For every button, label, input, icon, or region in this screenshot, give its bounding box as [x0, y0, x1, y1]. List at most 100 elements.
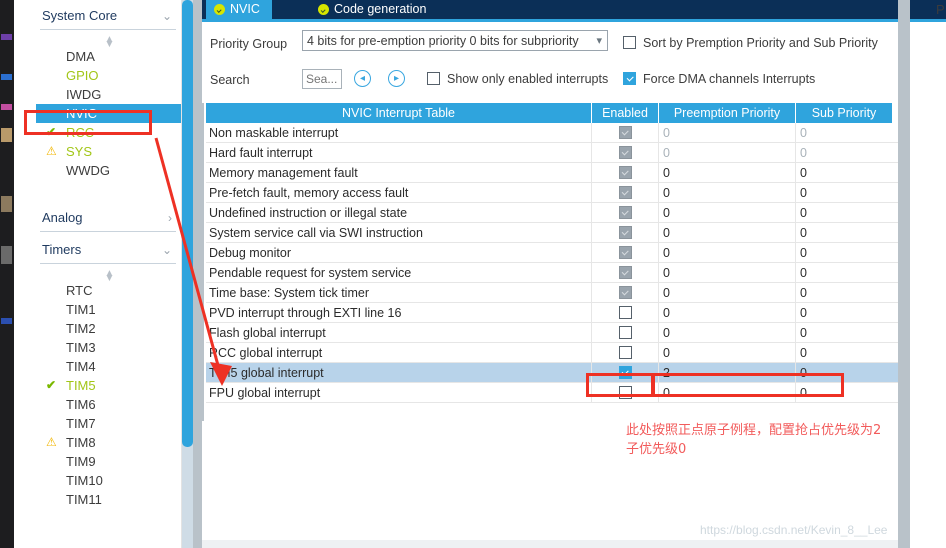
preemption-priority-cell[interactable]: 0	[659, 163, 796, 182]
check-icon: ✔	[46, 378, 57, 392]
sub-priority-cell[interactable]: 0	[796, 183, 892, 202]
sidebar-item-tim7[interactable]: TIM7	[36, 414, 181, 433]
tab-code-generation[interactable]: Code generation	[310, 0, 439, 19]
sidebar-group-timers[interactable]: Timers ⌄	[36, 234, 181, 263]
enabled-cell[interactable]	[592, 343, 659, 362]
sub-priority-cell[interactable]: 0	[796, 263, 892, 282]
preemption-priority-cell[interactable]: 0	[659, 143, 796, 162]
tab-nvic[interactable]: NVIC	[206, 0, 272, 19]
sub-priority-cell[interactable]: 0	[796, 203, 892, 222]
sidebar-item-tim5[interactable]: ✔ TIM5	[36, 376, 181, 395]
table-row[interactable]: PVD interrupt through EXTI line 16 0 0	[206, 303, 900, 323]
preemption-priority-cell[interactable]: 0	[659, 323, 796, 342]
sidebar-item-tim6[interactable]: TIM6	[36, 395, 181, 414]
enabled-checkbox	[618, 266, 632, 279]
preemption-priority-cell[interactable]: 0	[659, 203, 796, 222]
table-row[interactable]: Time base: System tick timer 0 0	[206, 283, 900, 303]
table-row[interactable]: Non maskable interrupt 0 0	[206, 123, 900, 143]
enabled-checkbox[interactable]	[618, 326, 632, 339]
table-row[interactable]: Memory management fault 0 0	[206, 163, 900, 183]
sidebar-group-system-core[interactable]: System Core ⌄	[36, 0, 181, 29]
table-header-preemption-priority[interactable]: Preemption Priority	[659, 103, 796, 123]
enabled-checkbox	[618, 246, 632, 259]
enabled-cell[interactable]	[592, 263, 659, 282]
sidebar-item-iwdg[interactable]: IWDG	[36, 85, 181, 104]
preemption-priority-cell[interactable]: 0	[659, 283, 796, 302]
nvic-toolbar: Priority Group 4 bits for pre-emption pr…	[202, 22, 946, 103]
enabled-cell[interactable]	[592, 303, 659, 322]
sidebar-group-analog[interactable]: Analog ›	[36, 202, 181, 231]
search-prev-button[interactable]: ◂	[354, 70, 371, 87]
enabled-cell[interactable]	[592, 123, 659, 142]
preemption-priority-cell[interactable]: 0	[659, 303, 796, 322]
table-row[interactable]: System service call via SWI instruction 0…	[206, 223, 900, 243]
sidebar-scrollbar-thumb[interactable]	[182, 0, 193, 447]
force-dma-checkbox[interactable]	[623, 72, 636, 85]
sidebar-scroll-arrows[interactable]: ▲ ▼	[36, 32, 181, 50]
enabled-cell[interactable]	[592, 223, 659, 242]
enabled-cell[interactable]	[592, 323, 659, 342]
priority-group-dropdown[interactable]: 4 bits for pre-emption priority 0 bits f…	[302, 30, 608, 51]
table-body[interactable]: Non maskable interrupt 0 0 Hard fault inter…	[206, 123, 900, 403]
enabled-cell[interactable]	[592, 163, 659, 182]
enabled-cell[interactable]	[592, 283, 659, 302]
enabled-checkbox[interactable]	[618, 346, 632, 359]
table-row[interactable]: Pendable request for system service 0 0	[206, 263, 900, 283]
sidebar-item-tim1[interactable]: TIM1	[36, 300, 181, 319]
sidebar-item-tim9[interactable]: TIM9	[36, 452, 181, 471]
preemption-priority-cell[interactable]: 0	[659, 343, 796, 362]
sidebar-item-gpio[interactable]: GPIO	[36, 66, 181, 85]
show-only-enabled-checkbox[interactable]	[427, 72, 440, 85]
main-horizontal-scrollbar[interactable]	[202, 540, 898, 548]
sidebar-item-tim8[interactable]: ⚠ TIM8	[36, 433, 181, 452]
sub-priority-cell[interactable]: 0	[796, 223, 892, 242]
sub-priority-cell[interactable]: 0	[796, 303, 892, 322]
table-row[interactable]: Debug monitor 0 0	[206, 243, 900, 263]
search-next-button[interactable]: ▸	[388, 70, 405, 87]
sidebar-item-tim4[interactable]: TIM4	[36, 357, 181, 376]
preemption-priority-cell[interactable]: 0	[659, 243, 796, 262]
sidebar-item-tim3[interactable]: TIM3	[36, 338, 181, 357]
categories-sidebar[interactable]: System Core ⌄ ▲ ▼ DMA GPIO IWDG NVIC ✔ RCC ⚠ SYS WWD…	[14, 0, 182, 548]
enabled-cell[interactable]	[592, 203, 659, 222]
sub-priority-cell[interactable]: 0	[796, 123, 892, 142]
sidebar-item-rtc[interactable]: RTC	[36, 281, 181, 300]
table-header-nvic-interrupt-table[interactable]: NVIC Interrupt Table	[206, 103, 592, 123]
table-row[interactable]: Pre-fetch fault, memory access fault 0 0	[206, 183, 900, 203]
table-header-enabled[interactable]: Enabled	[592, 103, 659, 123]
table-row[interactable]: Undefined instruction or illegal state 0 0	[206, 203, 900, 223]
sidebar-item-tim2[interactable]: TIM2	[36, 319, 181, 338]
sidebar-group-label: Analog	[42, 210, 83, 225]
sort-by-priority-checkbox[interactable]	[623, 36, 636, 49]
sidebar-item-tim10[interactable]: TIM10	[36, 471, 181, 490]
preemption-priority-cell[interactable]: 0	[659, 223, 796, 242]
table-row[interactable]: RCC global interrupt 0 0	[206, 343, 900, 363]
tab-bar[interactable]: NVIC Code generation	[202, 0, 946, 19]
preemption-priority-cell[interactable]: 0	[659, 263, 796, 282]
sub-priority-cell[interactable]: 0	[796, 323, 892, 342]
sidebar-item-tim11[interactable]: TIM11	[36, 490, 181, 509]
sub-priority-cell[interactable]: 0	[796, 163, 892, 182]
sidebar-item-dma[interactable]: DMA	[36, 47, 181, 66]
sidebar-item-sys[interactable]: ⚠ SYS	[36, 142, 181, 161]
enabled-cell[interactable]	[592, 143, 659, 162]
table-row[interactable]: Hard fault interrupt 0 0	[206, 143, 900, 163]
table-row[interactable]: Flash global interrupt 0 0	[206, 323, 900, 343]
interrupt-name-cell: Hard fault interrupt	[206, 143, 592, 162]
enabled-checkbox[interactable]	[618, 306, 632, 319]
main-vertical-scrollbar[interactable]	[898, 0, 910, 548]
sub-priority-cell[interactable]: 0	[796, 143, 892, 162]
sub-priority-cell[interactable]: 0	[796, 283, 892, 302]
table-header-sub-priority[interactable]: Sub Priority	[796, 103, 892, 123]
sub-priority-cell[interactable]: 0	[796, 343, 892, 362]
sidebar-item-label: GPIO	[66, 68, 99, 83]
sidebar-item-wwdg[interactable]: WWDG	[36, 161, 181, 180]
sidebar-scroll-arrows[interactable]: ▲ ▼	[36, 266, 181, 284]
enabled-cell[interactable]	[592, 183, 659, 202]
sub-priority-cell[interactable]: 0	[796, 243, 892, 262]
preemption-priority-cell[interactable]: 0	[659, 183, 796, 202]
search-input[interactable]	[302, 69, 342, 89]
tab-nvic-label: NVIC	[230, 2, 260, 16]
enabled-cell[interactable]	[592, 243, 659, 262]
preemption-priority-cell[interactable]: 0	[659, 123, 796, 142]
